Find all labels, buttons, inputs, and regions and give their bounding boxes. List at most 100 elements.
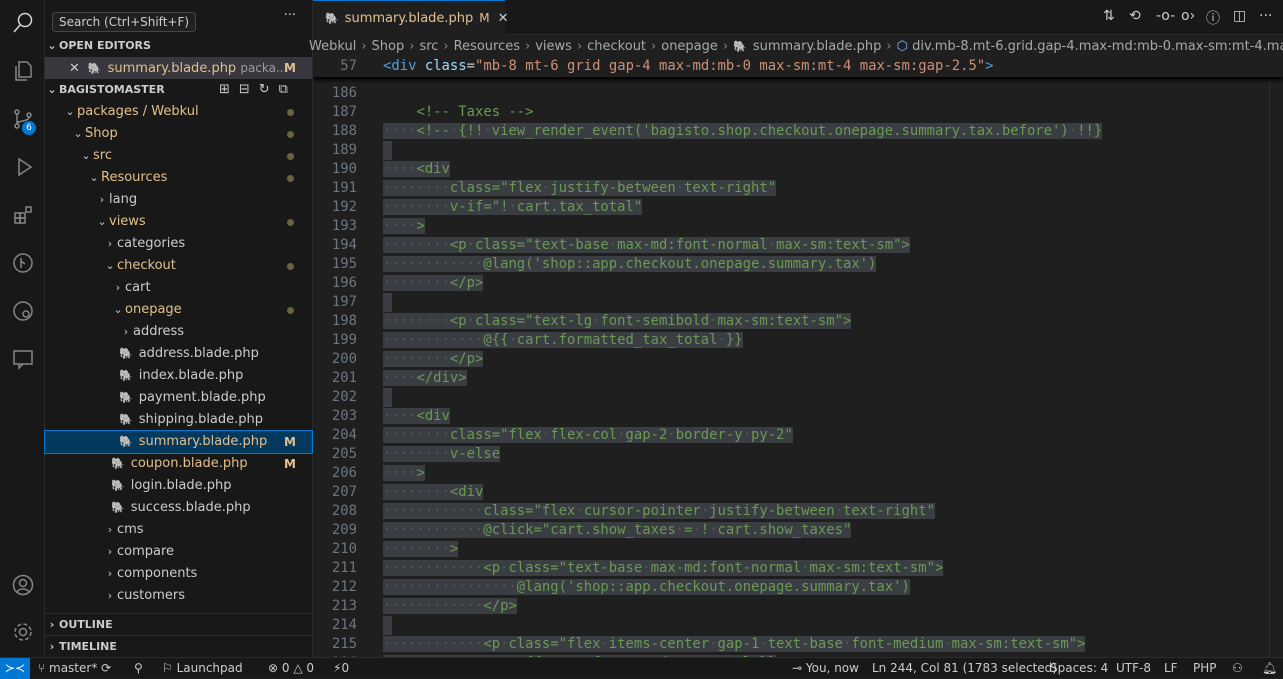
code-line[interactable]: v-if="! cart.tax_total"	[383, 198, 643, 217]
file-item[interactable]: 🐘 coupon.blade.php M	[45, 453, 312, 475]
close-tab-button[interactable]: ✕	[498, 11, 509, 26]
code-line[interactable]: <div	[383, 160, 450, 179]
git-graph-icon[interactable]	[0, 243, 45, 283]
next-change-icon[interactable]: o›	[1181, 8, 1195, 24]
folder-item[interactable]: › compare	[45, 541, 312, 563]
breadcrumb-item[interactable]: src	[419, 39, 438, 54]
eol[interactable]: LF	[1164, 658, 1178, 678]
breadcrumb-item[interactable]: onepage	[661, 39, 718, 54]
breadcrumb-item[interactable]: Shop	[372, 39, 405, 54]
code-line[interactable]: >	[383, 464, 425, 483]
code-line[interactable]: </p>	[383, 350, 484, 369]
code-line[interactable]: class="flex cursor-pointer justify-betwe…	[383, 502, 935, 521]
file-item[interactable]: 🐘 payment.blade.php	[45, 387, 312, 409]
source-control-icon[interactable]: 6	[0, 99, 45, 139]
code-line[interactable]	[383, 141, 392, 160]
folder-item[interactable]: › customers	[45, 585, 312, 607]
code-line[interactable]: </p>	[383, 274, 484, 293]
explorer-actions[interactable]: ⊞⊟↻⧉	[219, 79, 297, 101]
folder-item[interactable]: › cms	[45, 519, 312, 541]
search-icon[interactable]	[0, 3, 45, 43]
more-actions-button[interactable]: ···	[284, 8, 296, 23]
code-line[interactable]: class="flex flex-col gap-2 border-y py-2…	[383, 426, 793, 445]
gear-icon[interactable]	[0, 612, 45, 652]
folder-item[interactable]: ⌄ packages / Webkul	[45, 101, 312, 123]
code-line[interactable]: <div	[383, 483, 484, 502]
breadcrumb-item[interactable]: Resources	[454, 39, 520, 54]
code-editor[interactable]: 57 <div class="mb-8 mt-6 grid gap-4 max-…	[313, 57, 1283, 657]
timeline-header[interactable]: › TIMELINE	[45, 635, 312, 657]
code-line[interactable]: @{{ cart.formatted_tax_total }}	[383, 331, 743, 350]
file-item[interactable]: 🐘 success.blade.php	[45, 497, 312, 519]
blame-indicator[interactable]: ⊸ You, now	[792, 658, 859, 678]
breadcrumb-item[interactable]: checkout	[587, 39, 646, 54]
code-line[interactable]: </div>	[383, 369, 467, 388]
encoding[interactable]: UTF-8	[1116, 658, 1151, 678]
folder-item[interactable]: ⌄ src	[45, 145, 312, 167]
git-icon[interactable]: ⚲	[134, 658, 143, 678]
code-line[interactable]: @lang('shop::app.checkout.onepage.summar…	[383, 578, 910, 597]
code-line[interactable]: <!-- Taxes -->	[383, 103, 533, 122]
launchpad-button[interactable]: ⚐ Launchpad	[162, 658, 243, 678]
code-line[interactable]: <!-- {!! view_render_event('bagisto.shop…	[383, 122, 1103, 141]
code-line[interactable]: class="flex justify-between text-right"	[383, 179, 777, 198]
split-editor-icon[interactable]: ◫	[1233, 8, 1246, 24]
notifications-icon[interactable]: 🔔︎	[1262, 658, 1277, 678]
code-line[interactable]: @click="cart.show_taxes = ! cart.show_ta…	[383, 521, 852, 540]
copilot-icon[interactable]: ⚇	[1232, 658, 1243, 678]
remote-indicator[interactable]: ≻≺	[0, 658, 30, 679]
code-line[interactable]: <p class="flex items-center gap-1 text-b…	[383, 635, 1086, 654]
folder-item[interactable]: ⌄ onepage	[45, 299, 312, 321]
open-editors-header[interactable]: ⌄ OPEN EDITORS	[45, 35, 312, 57]
files-icon[interactable]	[0, 51, 45, 91]
code-line[interactable]: @lang('shop::app.checkout.onepage.summar…	[383, 255, 877, 274]
outline-header[interactable]: › OUTLINE	[45, 613, 312, 635]
file-item[interactable]: 🐘 shipping.blade.php	[45, 409, 312, 431]
breadcrumb-item[interactable]: Webkul	[309, 39, 356, 54]
sticky-scroll-line[interactable]: 57 <div class="mb-8 mt-6 grid gap-4 max-…	[313, 57, 1283, 77]
account-icon[interactable]	[0, 565, 45, 605]
commit-icon[interactable]: -o-	[1156, 8, 1175, 24]
code-line[interactable]: <div	[383, 407, 450, 426]
folder-item[interactable]: ⌄ views	[45, 211, 312, 233]
code-line[interactable]	[383, 388, 392, 407]
folder-item[interactable]: › categories	[45, 233, 312, 255]
folder-item[interactable]: › address	[45, 321, 312, 343]
remote-explorer-icon[interactable]	[0, 291, 45, 331]
breadcrumb-item[interactable]: summary.blade.php	[753, 39, 882, 54]
folder-item[interactable]: › lang	[45, 189, 312, 211]
git-graph-icon[interactable]: ⓘ	[1206, 8, 1220, 28]
open-editor-item[interactable]: ✕ 🐘 summary.blade.php packa... M	[45, 57, 312, 79]
folder-item[interactable]: ⌄ Resources	[45, 167, 312, 189]
folder-item[interactable]: › components	[45, 563, 312, 585]
file-item[interactable]: 🐘 summary.blade.php M	[44, 430, 313, 454]
breadcrumb-item[interactable]: div.mb-8.mt-6.grid.gap-4.max-md:mb-0.max…	[912, 39, 1283, 54]
file-item[interactable]: 🐘 index.blade.php	[45, 365, 312, 387]
code-line[interactable]: </p>	[383, 597, 517, 616]
code-line[interactable]: <p class="text-base max-md:font-normal m…	[383, 559, 944, 578]
previous-change-icon[interactable]: ⟲	[1129, 8, 1141, 24]
file-item[interactable]: 🐘 login.blade.php	[45, 475, 312, 497]
problems-indicator[interactable]: ⊗ 0 △ 0	[268, 658, 314, 678]
indentation[interactable]: Spaces: 4	[1050, 658, 1108, 678]
file-item[interactable]: 🐘 address.blade.php	[45, 343, 312, 365]
language-mode[interactable]: PHP	[1193, 658, 1217, 678]
folder-item[interactable]: ⌄ checkout	[45, 255, 312, 277]
folder-item[interactable]: ⌄ Shop	[45, 123, 312, 145]
scrollbar[interactable]	[1269, 57, 1283, 657]
chat-icon[interactable]	[0, 339, 45, 379]
branch-indicator[interactable]: ⑂ master* ⟳	[38, 658, 111, 678]
tab-summary-blade[interactable]: 🐘 summary.blade.php M ✕	[313, 0, 509, 35]
code-line[interactable]	[383, 293, 392, 312]
more-actions-icon[interactable]: ···	[1259, 8, 1272, 24]
workspace-header[interactable]: ⌄ BAGISTOMASTER ⊞⊟↻⧉	[45, 79, 312, 101]
extensions-icon[interactable]	[0, 195, 45, 235]
folder-item[interactable]: › cart	[45, 277, 312, 299]
code-line[interactable]: v-else	[383, 445, 501, 464]
code-line[interactable]: >	[383, 217, 425, 236]
code-line[interactable]	[383, 616, 392, 635]
ports-indicator[interactable]: ⚡0	[333, 658, 349, 678]
code-line[interactable]: <p class="text-base max-md:font-normal m…	[383, 236, 910, 255]
run-debug-icon[interactable]	[0, 147, 45, 187]
close-icon[interactable]: ✕	[69, 61, 80, 76]
